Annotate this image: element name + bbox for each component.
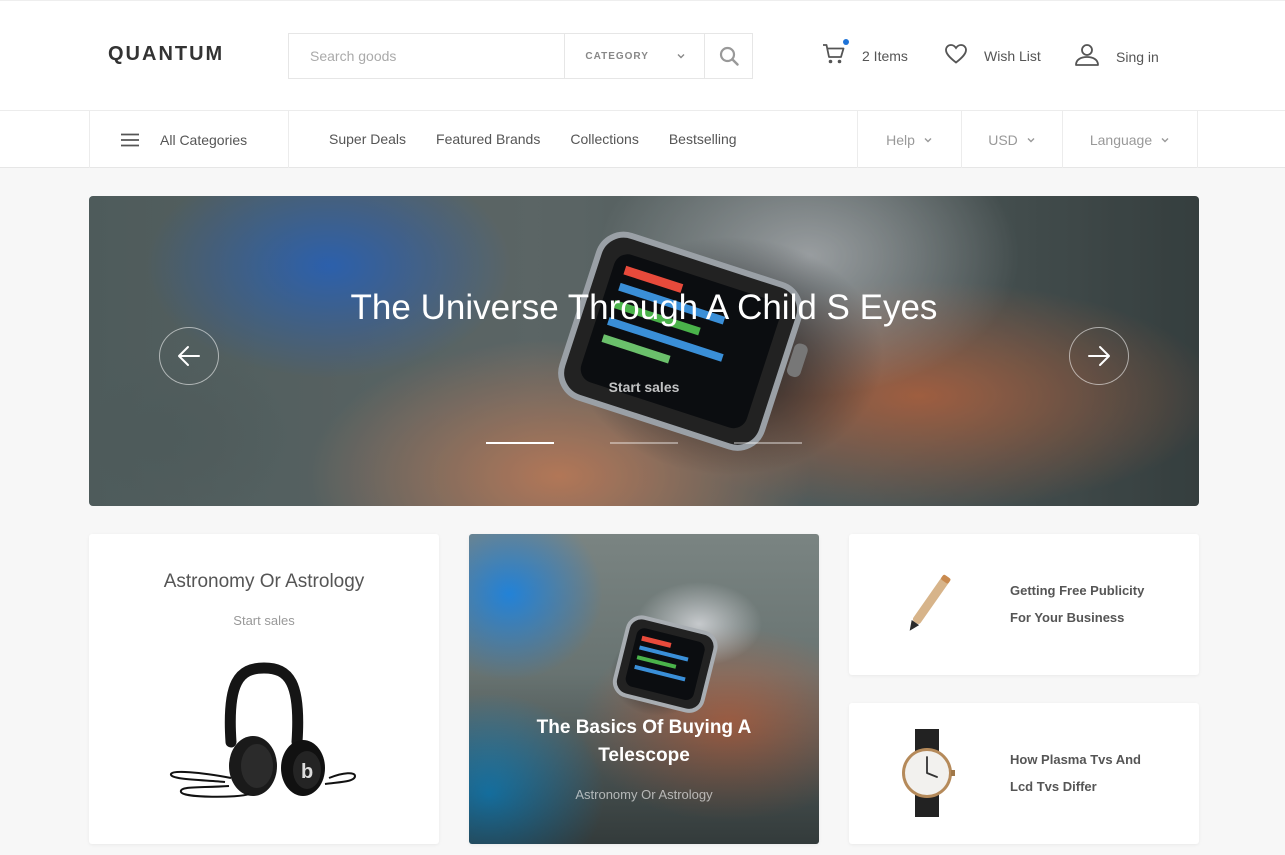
- nav-link-featured-brands[interactable]: Featured Brands: [436, 131, 540, 147]
- main-nav: All Categories Super Deals Featured Bran…: [0, 110, 1285, 168]
- slider-dot-3[interactable]: [734, 442, 802, 444]
- nav-link-collections[interactable]: Collections: [570, 131, 638, 147]
- wishlist-button[interactable]: Wish List: [944, 43, 1041, 68]
- language-dropdown[interactable]: Language: [1062, 111, 1198, 168]
- card-line-1: How Plasma Tvs And: [1010, 752, 1141, 767]
- search-bar: CATEGORY: [288, 33, 753, 79]
- card-line-1: Getting Free Publicity: [1010, 583, 1145, 598]
- signin-label: Sing in: [1116, 48, 1159, 65]
- chevron-down-icon: [1161, 137, 1169, 142]
- help-dropdown[interactable]: Help: [857, 111, 961, 168]
- hero-smartwatch-image: [558, 231, 808, 451]
- language-label: Language: [1089, 131, 1153, 148]
- card-line-2: For Your Business: [1010, 610, 1125, 625]
- promo-card-publicity[interactable]: Getting Free Publicity For Your Business: [849, 534, 1199, 675]
- currency-label: USD: [988, 131, 1018, 148]
- slider-dot-2[interactable]: [610, 442, 678, 444]
- chevron-down-icon: [924, 137, 932, 142]
- cart-button[interactable]: 2 Items: [822, 39, 908, 68]
- top-header: QUANTUM CATEGORY 2 Items Wish List Sing …: [0, 0, 1285, 110]
- category-label: CATEGORY: [585, 50, 649, 62]
- chevron-down-icon: [677, 54, 685, 59]
- nav-link-super-deals[interactable]: Super Deals: [329, 131, 406, 147]
- card-text: How Plasma Tvs And Lcd Tvs Differ: [1010, 746, 1141, 800]
- search-input[interactable]: [289, 34, 565, 78]
- user-icon: [1074, 43, 1100, 70]
- cart-notification-dot: [843, 39, 849, 45]
- nav-links: Super Deals Featured Brands Collections …: [329, 131, 737, 147]
- search-icon: [719, 46, 739, 66]
- card-subtitle: Astronomy Or Astrology: [575, 787, 713, 802]
- card-line-2: Lcd Tvs Differ: [1010, 779, 1097, 794]
- search-button[interactable]: [704, 34, 752, 78]
- nav-link-bestselling[interactable]: Bestselling: [669, 131, 737, 147]
- arrow-right-icon: [1088, 346, 1110, 366]
- menu-icon: [121, 133, 139, 146]
- signin-button[interactable]: Sing in: [1074, 43, 1159, 70]
- slider-indicators: [486, 442, 802, 444]
- chevron-down-icon: [1027, 137, 1035, 142]
- cart-label: 2 Items: [862, 47, 908, 64]
- headphones-image: b: [169, 662, 357, 798]
- card-title: Astronomy Or Astrology: [163, 571, 365, 592]
- hero-slider: The Universe Through A Child S Eyes Star…: [89, 196, 1199, 506]
- card-subtitle[interactable]: Start sales: [89, 613, 439, 628]
- hero-subtitle[interactable]: Start sales: [89, 379, 1199, 395]
- pen-image: [909, 574, 951, 631]
- wishlist-label: Wish List: [984, 47, 1041, 64]
- wristwatch-image: [902, 729, 955, 817]
- arrow-left-icon: [178, 346, 200, 366]
- all-categories-button[interactable]: All Categories: [89, 111, 289, 168]
- cart-icon: [822, 39, 849, 68]
- promo-card-telescope[interactable]: The Basics Of Buying A Telescope Astrono…: [469, 534, 819, 844]
- currency-dropdown[interactable]: USD: [961, 111, 1062, 168]
- all-categories-label: All Categories: [160, 131, 248, 148]
- heart-icon: [944, 43, 968, 68]
- slider-next-button[interactable]: [1069, 327, 1129, 385]
- card-title: The Basics Of Buying A Telescope: [536, 717, 752, 766]
- category-select[interactable]: CATEGORY: [564, 34, 704, 78]
- svg-text:b: b: [301, 761, 313, 783]
- promo-card-tvs[interactable]: How Plasma Tvs And Lcd Tvs Differ: [849, 703, 1199, 844]
- slider-dot-1[interactable]: [486, 442, 554, 444]
- hero-title: The Universe Through A Child S Eyes: [350, 288, 938, 327]
- help-label: Help: [886, 131, 915, 148]
- card-text: Getting Free Publicity For Your Business: [1010, 577, 1144, 631]
- slider-prev-button[interactable]: [159, 327, 219, 385]
- logo[interactable]: QUANTUM: [108, 43, 224, 66]
- promo-card-headphones[interactable]: Astronomy Or Astrology Start sales b: [89, 534, 439, 844]
